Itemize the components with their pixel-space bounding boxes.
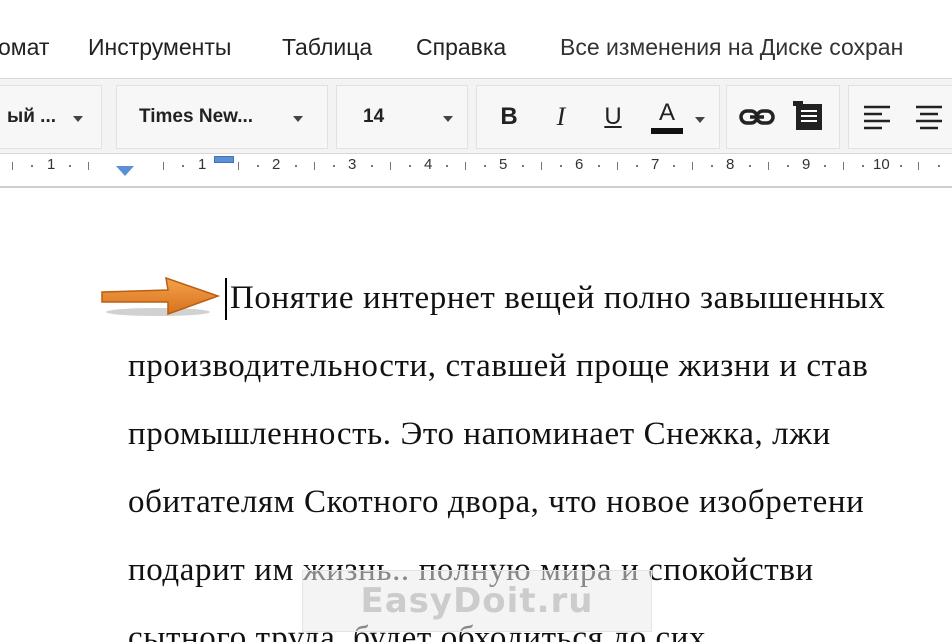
ruler-number: 6 xyxy=(575,156,584,173)
text-color-swatch xyxy=(651,127,683,134)
ruler[interactable]: 1 1 2 3 4 5 6 7 8 9 10 xyxy=(0,154,952,188)
chevron-down-icon xyxy=(73,116,83,122)
document-line[interactable]: обитателям Скотного двора, что новое изо… xyxy=(128,484,864,521)
link-icon[interactable] xyxy=(735,95,779,139)
ruler-tick xyxy=(768,162,769,170)
watermark: EasyDoit.ru xyxy=(302,570,652,632)
ruler-dot xyxy=(824,165,826,167)
menu-tools[interactable]: Инструменты xyxy=(88,34,231,61)
ruler-number: 10 xyxy=(873,156,890,173)
ruler-tick xyxy=(692,162,693,170)
italic-button[interactable]: I xyxy=(539,95,583,139)
save-status[interactable]: Все изменения на Диске сохран xyxy=(560,34,903,61)
text-color-button[interactable]: A xyxy=(645,94,689,138)
ruler-number: 4 xyxy=(424,156,433,173)
ruler-dot xyxy=(409,165,411,167)
font-size-label: 14 xyxy=(363,106,385,127)
format-group: B I U A xyxy=(476,85,720,149)
ruler-number: 9 xyxy=(802,156,811,173)
document-line[interactable]: промышленность. Это напоминает Снежка, л… xyxy=(128,416,831,453)
ruler-tick xyxy=(541,162,542,170)
text-cursor xyxy=(225,278,227,320)
align-center-icon[interactable] xyxy=(907,95,951,139)
ruler-dot xyxy=(711,165,713,167)
chevron-down-icon[interactable] xyxy=(695,117,705,123)
ruler-dot xyxy=(560,165,562,167)
menu-bar: омат Инструменты Таблица Справка Все изм… xyxy=(0,0,952,86)
left-indent-marker[interactable] xyxy=(116,166,134,176)
ruler-dot xyxy=(598,165,600,167)
ruler-tick xyxy=(617,162,618,170)
ruler-tick xyxy=(238,162,239,170)
ruler-dot xyxy=(257,165,259,167)
paragraph-style-select[interactable]: ый ... xyxy=(0,85,102,149)
ruler-tick xyxy=(88,162,89,170)
comment-icon[interactable] xyxy=(787,95,831,139)
ruler-number: 8 xyxy=(726,156,735,173)
ruler-dot xyxy=(31,165,33,167)
ruler-dot xyxy=(484,165,486,167)
ruler-tick xyxy=(465,162,466,170)
document-page[interactable]: Понятие интернет вещей полно завышенных … xyxy=(0,190,952,642)
ruler-tick xyxy=(12,162,13,170)
ruler-dot xyxy=(900,165,902,167)
insert-group xyxy=(726,85,840,149)
align-left-icon[interactable] xyxy=(855,95,899,139)
ruler-tick xyxy=(390,162,391,170)
bold-button[interactable]: B xyxy=(487,95,531,139)
ruler-dot xyxy=(862,165,864,167)
chevron-down-icon xyxy=(443,116,453,122)
paragraph-style-label: ый ... xyxy=(7,106,57,127)
ruler-number: 5 xyxy=(499,156,508,173)
ruler-dot xyxy=(295,165,297,167)
font-family-label: Times New... xyxy=(139,106,254,127)
arrow-pointer-icon xyxy=(98,274,222,325)
menu-table[interactable]: Таблица xyxy=(282,34,372,61)
ruler-tick xyxy=(163,162,164,170)
toolbar: ый ... Times New... 14 B I U A xyxy=(0,78,952,154)
ruler-number: 7 xyxy=(651,156,660,173)
underline-button[interactable]: U xyxy=(591,95,635,139)
menu-help[interactable]: Справка xyxy=(416,34,506,61)
font-size-select[interactable]: 14 xyxy=(336,85,468,149)
ruler-dot xyxy=(673,165,675,167)
ruler-dot xyxy=(182,165,184,167)
ruler-dot xyxy=(371,165,373,167)
ruler-tick xyxy=(843,162,844,170)
ruler-dot xyxy=(69,165,71,167)
ruler-number: 2 xyxy=(272,156,281,173)
ruler-dot xyxy=(787,165,789,167)
ruler-tick xyxy=(918,162,919,170)
ruler-dot xyxy=(522,165,524,167)
ruler-dot xyxy=(938,165,940,167)
font-family-select[interactable]: Times New... xyxy=(116,85,328,149)
document-line[interactable]: Понятие интернет вещей полно завышенных xyxy=(230,280,886,317)
alignment-group xyxy=(848,85,952,149)
ruler-dot xyxy=(446,165,448,167)
first-line-indent-marker[interactable] xyxy=(214,156,234,163)
text-color-label: A xyxy=(658,98,675,126)
menu-format[interactable]: омат xyxy=(0,34,49,61)
chevron-down-icon xyxy=(293,116,303,122)
ruler-number: 3 xyxy=(348,156,357,173)
ruler-dot xyxy=(636,165,638,167)
ruler-tick xyxy=(314,162,315,170)
ruler-number: 1 xyxy=(47,156,56,173)
ruler-dot xyxy=(333,165,335,167)
ruler-dot xyxy=(749,165,751,167)
ruler-number: 1 xyxy=(198,156,207,173)
document-line[interactable]: производительности, ставшей проще жизни … xyxy=(128,348,868,385)
